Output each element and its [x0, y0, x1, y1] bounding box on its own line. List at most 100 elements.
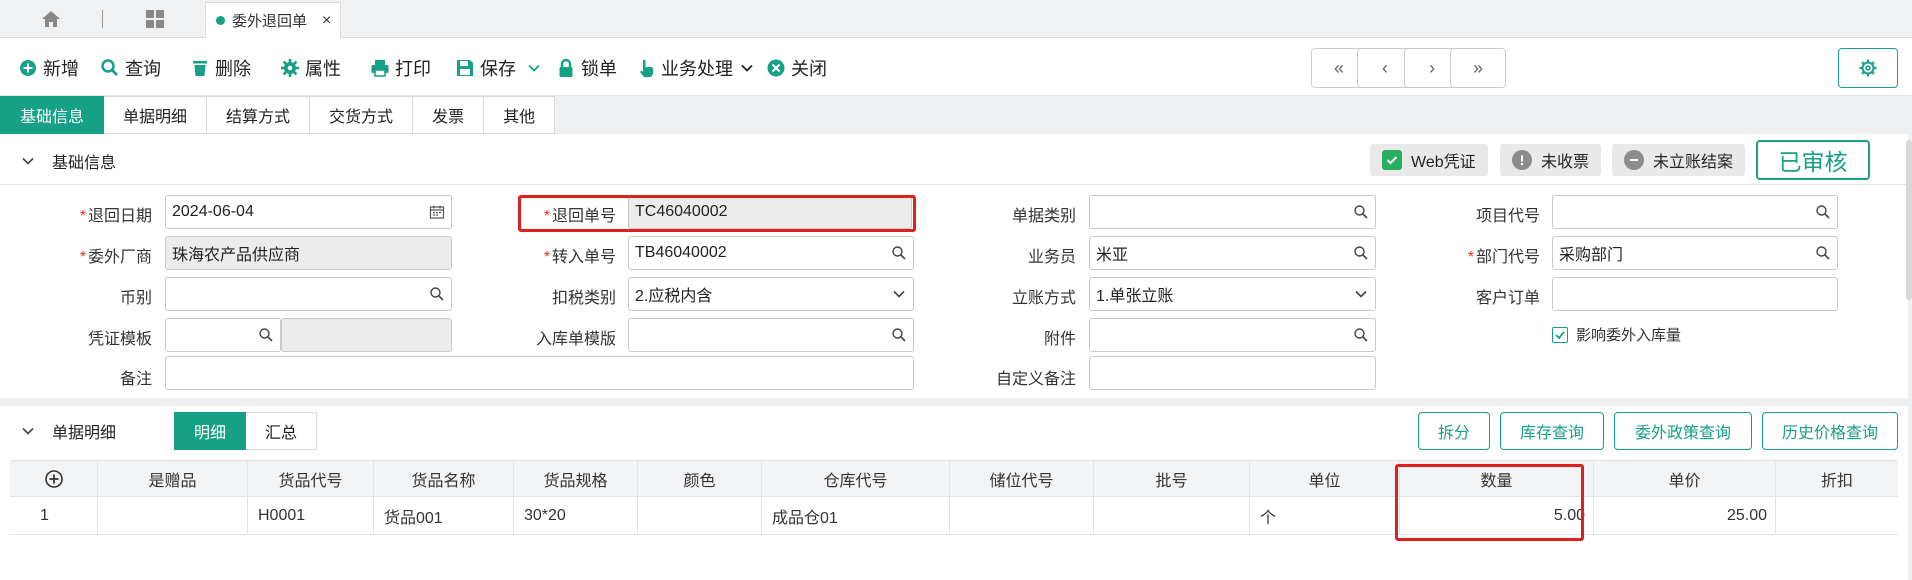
- view-summary[interactable]: 汇总: [246, 412, 318, 450]
- tax-type-select[interactable]: 2.应税内含: [628, 277, 914, 311]
- col-batch[interactable]: 批号: [1094, 461, 1250, 496]
- customer-order-label: 客户订单: [1475, 290, 1540, 307]
- stock-query-button[interactable]: 库存查询: [1500, 412, 1604, 450]
- tab-invoice[interactable]: 发票: [413, 96, 485, 134]
- calendar-icon[interactable]: [429, 204, 445, 220]
- new-button[interactable]: 新增: [18, 56, 79, 80]
- currency-label: 币别: [119, 290, 152, 307]
- remark-field[interactable]: [165, 356, 914, 390]
- query-button[interactable]: 查询: [100, 56, 161, 80]
- last-record-button[interactable]: »: [1450, 48, 1506, 88]
- col-price[interactable]: 单价: [1594, 461, 1776, 496]
- cell-code[interactable]: H0001: [248, 497, 374, 534]
- search-icon[interactable]: [891, 245, 907, 261]
- search-icon[interactable]: [429, 286, 445, 302]
- search-icon[interactable]: [1353, 327, 1369, 343]
- cell-name[interactable]: 货品001: [374, 497, 514, 534]
- col-warehouse[interactable]: 仓库代号: [762, 461, 950, 496]
- printer-icon: [371, 60, 389, 77]
- search-icon[interactable]: [1815, 204, 1831, 220]
- custom-remark-field[interactable]: [1089, 356, 1376, 390]
- properties-button[interactable]: 属性: [280, 56, 341, 80]
- col-color[interactable]: 颜色: [638, 461, 762, 496]
- search-icon[interactable]: [891, 327, 907, 343]
- cell-color[interactable]: [638, 497, 762, 534]
- col-spec[interactable]: 货品规格: [514, 461, 638, 496]
- tab-document-details[interactable]: 单据明细: [104, 96, 208, 134]
- apps-tab[interactable]: [120, 0, 190, 38]
- tab-label: 委外退回单: [232, 13, 308, 30]
- pointer-hand-icon: [640, 60, 653, 77]
- cell-discount[interactable]: [1776, 497, 1898, 534]
- cell-index: 1: [10, 497, 98, 534]
- home-tab[interactable]: [18, 0, 84, 38]
- print-button[interactable]: 打印: [370, 56, 431, 80]
- table-row[interactable]: 1 H0001 货品001 30*20 成品仓01 个 5.00 25.00: [10, 497, 1898, 535]
- dept-code-field[interactable]: 采购部门: [1552, 236, 1838, 270]
- vendor-field[interactable]: 珠海农产品供应商: [165, 236, 452, 270]
- delete-button[interactable]: 删除: [190, 56, 251, 80]
- history-price-query-button[interactable]: 历史价格查询: [1762, 412, 1898, 450]
- policy-query-button[interactable]: 委外政策查询: [1614, 412, 1752, 450]
- add-row-button[interactable]: [10, 461, 98, 496]
- search-icon[interactable]: [1815, 245, 1831, 261]
- cell-price[interactable]: 25.00: [1594, 497, 1776, 534]
- tab-other[interactable]: 其他: [484, 96, 556, 134]
- active-dot-icon: [216, 16, 225, 25]
- doc-type-field[interactable]: [1089, 195, 1376, 229]
- cell-spec[interactable]: 30*20: [514, 497, 638, 534]
- project-code-label: 项目代号: [1475, 208, 1540, 225]
- check-icon: [1382, 150, 1402, 170]
- checkbox-checked-icon[interactable]: [1552, 326, 1568, 343]
- account-mode-label: 立账方式: [1011, 290, 1076, 307]
- account-mode-select[interactable]: 1.单张立账: [1089, 277, 1376, 311]
- tab-return-order[interactable]: 委外退回单 ×: [205, 2, 341, 38]
- trash-icon: [193, 61, 207, 76]
- search-icon[interactable]: [1353, 245, 1369, 261]
- customer-order-field[interactable]: [1552, 277, 1838, 311]
- return-date-field[interactable]: 2024-06-04: [165, 195, 452, 229]
- detail-view-switch: 明细 汇总: [174, 412, 318, 450]
- cell-batch[interactable]: [1094, 497, 1250, 534]
- vertical-scrollbar[interactable]: [1906, 140, 1912, 300]
- tab-delivery[interactable]: 交货方式: [310, 96, 414, 134]
- voucher-template-field[interactable]: [165, 318, 281, 352]
- cell-unit[interactable]: 个: [1250, 497, 1400, 534]
- gear-icon: [1859, 59, 1877, 77]
- col-gift[interactable]: 是赠品: [98, 461, 248, 496]
- tab-settlement[interactable]: 结算方式: [207, 96, 311, 134]
- cell-gift[interactable]: [98, 497, 248, 534]
- tab-basic-info[interactable]: 基础信息: [0, 96, 105, 134]
- attachment-field[interactable]: [1089, 318, 1376, 352]
- close-tab-icon[interactable]: ×: [322, 12, 331, 30]
- col-discount[interactable]: 折扣: [1776, 461, 1898, 496]
- search-icon[interactable]: [1353, 204, 1369, 220]
- settings-button[interactable]: [1838, 48, 1898, 88]
- col-unit[interactable]: 单位: [1250, 461, 1400, 496]
- grid-header: 是赠品 货品代号 货品名称 货品规格 颜色 仓库代号 储位代号 批号 单位 数量…: [10, 460, 1898, 497]
- double-chevron-left-icon: «: [1333, 57, 1344, 78]
- project-code-field[interactable]: [1552, 195, 1838, 229]
- plus-circle-icon: [20, 60, 36, 76]
- close-button[interactable]: 关闭: [766, 56, 827, 80]
- affect-stock-label: 影响委外入库量: [1576, 327, 1682, 344]
- search-icon[interactable]: [258, 327, 274, 343]
- affect-stock-checkbox[interactable]: 影响委外入库量: [1552, 324, 1681, 345]
- col-location[interactable]: 储位代号: [950, 461, 1094, 496]
- col-name[interactable]: 货品名称: [374, 461, 514, 496]
- salesman-field[interactable]: 米亚: [1089, 236, 1376, 270]
- stockin-template-field[interactable]: [628, 318, 914, 352]
- query-label: 查询: [125, 59, 161, 79]
- cell-location[interactable]: [950, 497, 1094, 534]
- view-detail[interactable]: 明细: [174, 412, 247, 450]
- save-button[interactable]: 保存: [455, 56, 541, 80]
- double-chevron-right-icon: »: [1472, 57, 1483, 78]
- split-button[interactable]: 拆分: [1418, 412, 1490, 450]
- transfer-no-field[interactable]: TB46040002: [628, 236, 914, 270]
- business-menu-button[interactable]: 业务处理: [636, 56, 754, 80]
- lock-button[interactable]: 锁单: [556, 56, 617, 80]
- cell-warehouse[interactable]: 成品仓01: [762, 497, 950, 534]
- section-title: 单据明细: [52, 425, 117, 442]
- col-code[interactable]: 货品代号: [248, 461, 374, 496]
- currency-field[interactable]: [165, 277, 452, 311]
